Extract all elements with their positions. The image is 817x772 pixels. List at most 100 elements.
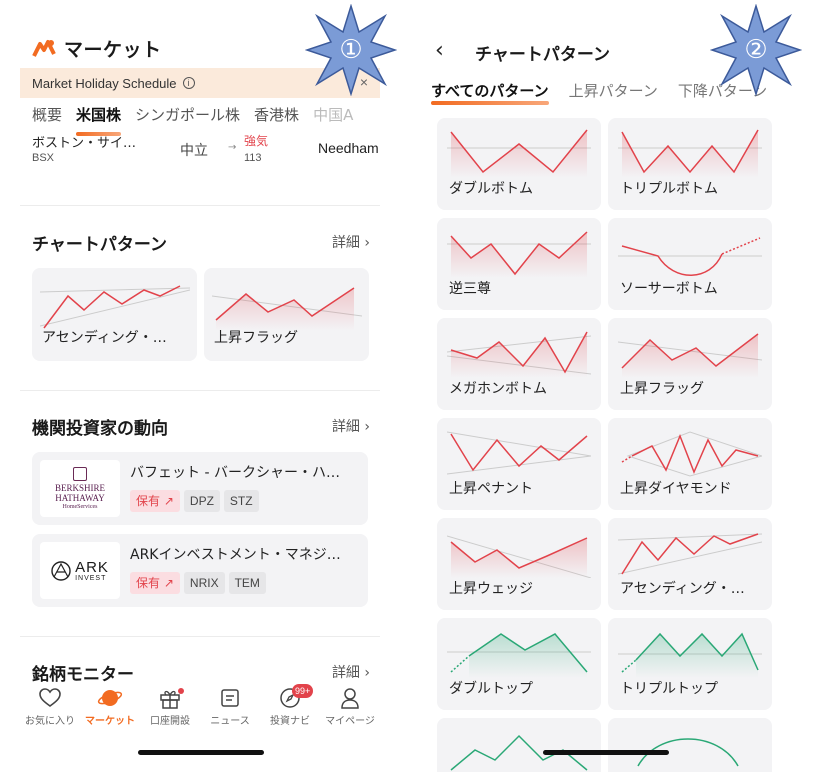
pattern-label: ダブルボトム bbox=[449, 181, 533, 197]
home-indicator[interactable] bbox=[138, 750, 264, 755]
ticker-tag[interactable]: STZ bbox=[223, 490, 259, 512]
pattern-card-rising-wedge[interactable]: 上昇ウェッジ bbox=[437, 518, 601, 610]
berkshire-emblem-icon bbox=[73, 466, 87, 481]
pattern-label: 上昇フラッグ bbox=[214, 330, 298, 346]
ticker-tag[interactable]: NRIX bbox=[183, 572, 225, 594]
ticker-tag[interactable]: TEM bbox=[228, 572, 266, 594]
pattern-label: トリプルトップ bbox=[620, 681, 718, 697]
pattern-card-ascending-triangle[interactable]: アセンディング・… bbox=[608, 518, 772, 610]
pattern-card-bull-pennant[interactable]: 上昇ペナント bbox=[437, 418, 601, 510]
pattern-card-triple-top[interactable]: トリプルトップ bbox=[608, 618, 772, 710]
more-label: 詳細 bbox=[331, 235, 360, 251]
chart-pattern-more-link[interactable]: 詳細 › bbox=[332, 232, 370, 252]
holding-tags: 保有 ↗ NRIX TEM bbox=[130, 572, 266, 594]
ascending-triangle-chart-icon bbox=[618, 533, 762, 575]
nav-label: ニュース bbox=[210, 716, 250, 727]
pattern-card-inverse-hs[interactable]: 逆三尊 bbox=[437, 218, 601, 310]
info-icon[interactable]: i bbox=[182, 77, 195, 89]
back-chevron-icon[interactable]: ‹ bbox=[435, 38, 444, 63]
institution-card-ark[interactable]: ARK INVEST ARKインベストメント・マネジ… 保有 ↗ NRIX TE… bbox=[32, 534, 368, 607]
triple-top-chart-icon bbox=[618, 632, 762, 678]
person-icon bbox=[340, 686, 360, 710]
pattern-label: 上昇ウェッジ bbox=[449, 581, 533, 597]
pattern-card-partial[interactable] bbox=[608, 718, 772, 772]
institution-more-link[interactable]: 詳細 › bbox=[332, 416, 370, 436]
pattern-card-double-top[interactable]: ダブルトップ bbox=[437, 618, 601, 710]
hold-label: 保有 bbox=[136, 494, 161, 508]
nav-market[interactable]: マーケット bbox=[80, 686, 140, 736]
head-shoulders-chart-icon bbox=[450, 734, 588, 771]
hold-badge: 保有 ↗ bbox=[130, 572, 180, 594]
pattern-card-saucer-bottom[interactable]: ソーサーボトム bbox=[608, 218, 772, 310]
heart-icon bbox=[39, 686, 61, 710]
bull-diamond-chart-icon bbox=[621, 431, 762, 477]
tab-us-stocks[interactable]: 米国株 bbox=[76, 104, 122, 136]
pattern-card-bull-flag[interactable]: 上昇フラッグ bbox=[608, 318, 772, 410]
logo-text: BERKSHIRE bbox=[54, 482, 105, 493]
pattern-card-partial[interactable] bbox=[437, 718, 601, 772]
pattern-card-triple-bottom[interactable]: トリプルボトム bbox=[608, 118, 772, 210]
pattern-label: 上昇ダイヤモンド bbox=[620, 481, 732, 497]
nav-label: マイページ bbox=[325, 716, 375, 727]
nav-invest-navi[interactable]: 99+ 投資ナビ bbox=[260, 684, 320, 736]
annotation-badge-1: ① bbox=[304, 3, 398, 97]
pattern-label: ダブルトップ bbox=[449, 681, 533, 697]
arrow-right-icon: → bbox=[228, 142, 237, 153]
news-icon bbox=[220, 686, 240, 710]
pattern-card-double-bottom[interactable]: ダブルボトム bbox=[437, 118, 601, 210]
badge-number: ① bbox=[339, 35, 363, 65]
tab-bullish-patterns[interactable]: 上昇パターン bbox=[569, 80, 658, 101]
pattern-card-megaphone-bottom[interactable]: メガホンボトム bbox=[437, 318, 601, 410]
holiday-banner-text: Market Holiday Schedule bbox=[32, 75, 177, 91]
nav-news[interactable]: ニュース bbox=[200, 686, 260, 736]
nav-label: お気に入り bbox=[25, 716, 75, 727]
rating-number: 113 bbox=[244, 152, 262, 164]
ticker-tag[interactable]: DPZ bbox=[183, 490, 220, 512]
megaphone-bottom-chart-icon bbox=[447, 331, 591, 378]
ascending-triangle-chart-icon bbox=[40, 285, 190, 329]
hold-badge: 保有 ↗ bbox=[130, 490, 180, 512]
stock-symbol: BSX bbox=[32, 152, 55, 164]
chevron-right-icon: › bbox=[364, 665, 370, 681]
saucer-bottom-chart-icon bbox=[618, 237, 762, 276]
logo-text: INVEST bbox=[75, 574, 107, 582]
nav-my-page[interactable]: マイページ bbox=[320, 686, 380, 736]
hold-label: 保有 bbox=[136, 576, 161, 590]
nav-favorites[interactable]: お気に入り bbox=[20, 686, 80, 736]
stock-name: ボストン・サイ… bbox=[32, 136, 137, 151]
nav-label: 投資ナビ bbox=[270, 716, 310, 727]
old-rating: 中立 bbox=[180, 143, 208, 159]
badge-number: ② bbox=[744, 35, 768, 65]
tab-hongkong[interactable]: 香港株 bbox=[254, 104, 299, 132]
institution-title: 機関投資家の動向 bbox=[32, 419, 168, 439]
institution-name: バフェット - バークシャー・ハ… bbox=[130, 465, 340, 481]
institution-card-berkshire[interactable]: BERKSHIRE HATHAWAY HomeServices バフェット - … bbox=[32, 452, 368, 525]
more-label: 詳細 bbox=[331, 665, 360, 681]
logo-text: ARK bbox=[75, 558, 109, 576]
tab-china-a[interactable]: 中国A bbox=[313, 104, 353, 132]
pattern-label: アセンディング・… bbox=[620, 581, 745, 597]
divider bbox=[20, 205, 380, 206]
tab-overview[interactable]: 概要 bbox=[32, 104, 62, 132]
monitor-more-link[interactable]: 詳細 › bbox=[332, 662, 370, 682]
nav-label: マーケット bbox=[85, 716, 135, 727]
market-screen: マーケット Market Holiday Schedule i × 概要 米国株… bbox=[20, 0, 380, 772]
nav-open-account[interactable]: 口座開設 bbox=[140, 686, 200, 736]
pattern-card-ascending[interactable]: アセンディング・… bbox=[32, 268, 197, 361]
home-indicator[interactable] bbox=[543, 750, 669, 755]
institution-name: ARKインベストメント・マネジ… bbox=[130, 547, 341, 563]
pattern-label: 上昇フラッグ bbox=[620, 381, 704, 397]
inverse-head-shoulders-chart-icon bbox=[447, 231, 591, 278]
tab-singapore[interactable]: シンガポール株 bbox=[135, 104, 240, 132]
more-label: 詳細 bbox=[331, 419, 360, 435]
double-top-chart-icon bbox=[447, 633, 591, 678]
bottom-nav: お気に入り マーケット 口座開設 ニュース 99+ 投資ナビ マイページ bbox=[20, 684, 380, 736]
pattern-card-bull-diamond[interactable]: 上昇ダイヤモンド bbox=[608, 418, 772, 510]
notification-dot bbox=[178, 688, 184, 694]
ark-logo: ARK INVEST bbox=[40, 542, 120, 599]
pattern-card-bull-flag[interactable]: 上昇フラッグ bbox=[204, 268, 369, 361]
tab-all-patterns[interactable]: すべてのパターン bbox=[431, 80, 549, 105]
analyst-rating-row[interactable]: ボストン・サイ… BSX 中立 → 強気 113 Needham bbox=[32, 134, 379, 170]
market-tabs: 概要 米国株 シンガポール株 香港株 中国A bbox=[32, 104, 353, 136]
chevron-right-icon: › bbox=[364, 419, 370, 435]
